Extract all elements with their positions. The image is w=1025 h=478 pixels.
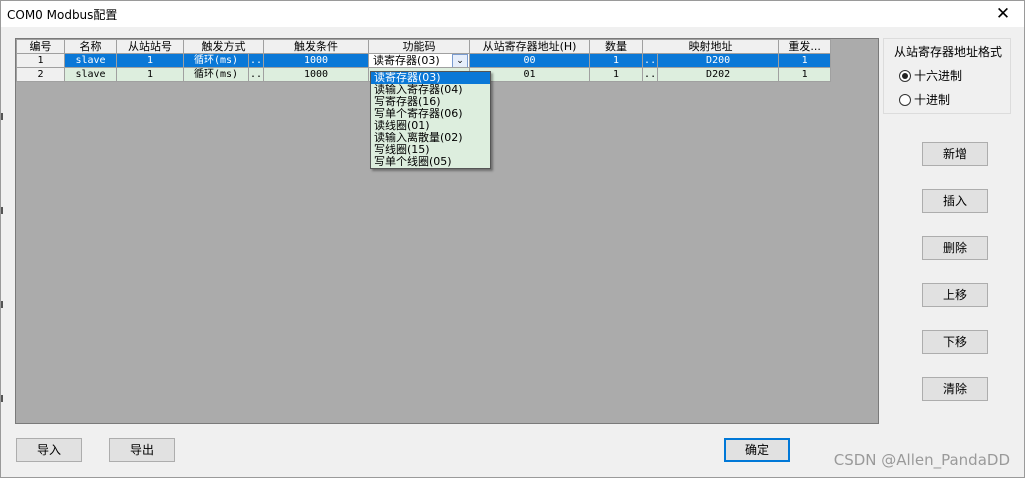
trigger-ellipsis-button[interactable]: ..: [247, 67, 265, 82]
cell-station[interactable]: 1: [116, 67, 184, 82]
cell-count[interactable]: 1: [589, 53, 644, 68]
function-code-dropdown: 读寄存器(03) 读输入寄存器(04) 写寄存器(16) 写单个寄存器(06) …: [370, 71, 491, 169]
radio-decimal[interactable]: 十进制: [899, 91, 950, 108]
column-header[interactable]: 名称: [64, 39, 117, 54]
row-number[interactable]: 2: [16, 67, 65, 82]
trigger-ellipsis-button[interactable]: ..: [247, 53, 265, 68]
dropdown-option-read-input-registers[interactable]: 读输入寄存器(04): [371, 84, 490, 96]
cell-trigger-condition[interactable]: 1000: [263, 53, 370, 68]
dropdown-option-write-registers[interactable]: 写寄存器(16): [371, 96, 490, 108]
radio-unchecked-icon[interactable]: [899, 93, 911, 106]
import-button[interactable]: 导入: [16, 438, 82, 462]
address-format-group: 从站寄存器地址格式 十六进制 十进制: [883, 38, 1011, 114]
cell-map-address[interactable]: D202: [657, 67, 780, 82]
radio-hex-label: 十六进制: [914, 69, 963, 83]
map-ellipsis-button[interactable]: ..: [642, 53, 659, 68]
edge-artifact: [1, 301, 3, 308]
map-ellipsis-button[interactable]: ..: [642, 67, 659, 82]
radio-decimal-label: 十进制: [914, 93, 951, 107]
table-header-row: 编号 名称 从站站号 触发方式 触发条件 功能码 从站寄存器地址(H) 数量 映…: [16, 39, 832, 54]
modbus-config-dialog: COM0 Modbus配置 ✕ 编号 名称 从站站号 触发方式 触发条件 功能码…: [0, 0, 1025, 478]
close-icon[interactable]: ✕: [986, 2, 1020, 26]
cell-count[interactable]: 1: [589, 67, 644, 82]
watermark-text: CSDN @Allen_PandaDD: [833, 451, 1010, 469]
dropdown-option-read-coils[interactable]: 读线圈(01): [371, 120, 490, 132]
column-header[interactable]: 数量: [589, 39, 644, 54]
table-row[interactable]: 1 slave 1 循环(ms) .. 1000 读寄存器(03) ⌄ 00 1…: [16, 53, 832, 68]
cell-trigger-mode[interactable]: 循环(ms): [183, 67, 249, 82]
address-format-title: 从站寄存器地址格式: [894, 45, 1003, 59]
dropdown-option-write-coils[interactable]: 写线圈(15): [371, 144, 490, 156]
clear-button[interactable]: 清除: [922, 377, 988, 401]
column-header[interactable]: 从站寄存器地址(H): [469, 39, 591, 54]
column-header[interactable]: 编号: [16, 39, 65, 54]
radio-checked-icon[interactable]: [899, 69, 911, 82]
column-header[interactable]: 功能码: [368, 39, 471, 54]
window-title: COM0 Modbus配置: [7, 8, 118, 22]
function-code-combo[interactable]: 读寄存器(03) ⌄: [368, 53, 471, 68]
column-header[interactable]: 映射地址: [642, 39, 780, 54]
column-header[interactable]: 触发条件: [263, 39, 370, 54]
ok-button[interactable]: 确定: [724, 438, 790, 462]
radio-hex[interactable]: 十六进制: [899, 67, 962, 84]
dropdown-option-write-single-register[interactable]: 写单个寄存器(06): [371, 108, 490, 120]
cell-trigger-condition[interactable]: 1000: [263, 67, 370, 82]
row-number[interactable]: 1: [16, 53, 65, 68]
cell-retry[interactable]: 1: [778, 53, 832, 68]
edge-artifact: [1, 207, 3, 214]
column-header[interactable]: 从站站号: [116, 39, 184, 54]
move-down-button[interactable]: 下移: [922, 330, 988, 354]
function-code-value: 读寄存器(03): [373, 54, 440, 67]
cell-slave-address[interactable]: 00: [469, 53, 591, 68]
cell-retry[interactable]: 1: [778, 67, 832, 82]
delete-button[interactable]: 删除: [922, 236, 988, 260]
edge-artifact: [1, 113, 3, 120]
chevron-down-icon[interactable]: ⌄: [452, 54, 469, 67]
column-header[interactable]: 重发...: [778, 39, 832, 54]
cell-trigger-mode[interactable]: 循环(ms): [183, 53, 249, 68]
title-bar: COM0 Modbus配置 ✕: [1, 1, 1024, 27]
dropdown-option-read-registers[interactable]: 读寄存器(03): [371, 72, 490, 84]
column-header[interactable]: 触发方式: [182, 39, 265, 54]
edge-artifact: [1, 395, 3, 402]
dropdown-option-write-single-coil[interactable]: 写单个线圈(05): [371, 156, 490, 168]
cell-name[interactable]: slave: [64, 53, 117, 68]
cell-map-address[interactable]: D200: [657, 53, 780, 68]
dropdown-option-read-discrete-inputs[interactable]: 读输入离散量(02): [371, 132, 490, 144]
export-button[interactable]: 导出: [109, 438, 175, 462]
cell-name[interactable]: slave: [64, 67, 117, 82]
insert-button[interactable]: 插入: [922, 189, 988, 213]
cell-station[interactable]: 1: [116, 53, 184, 68]
add-button[interactable]: 新增: [922, 142, 988, 166]
move-up-button[interactable]: 上移: [922, 283, 988, 307]
